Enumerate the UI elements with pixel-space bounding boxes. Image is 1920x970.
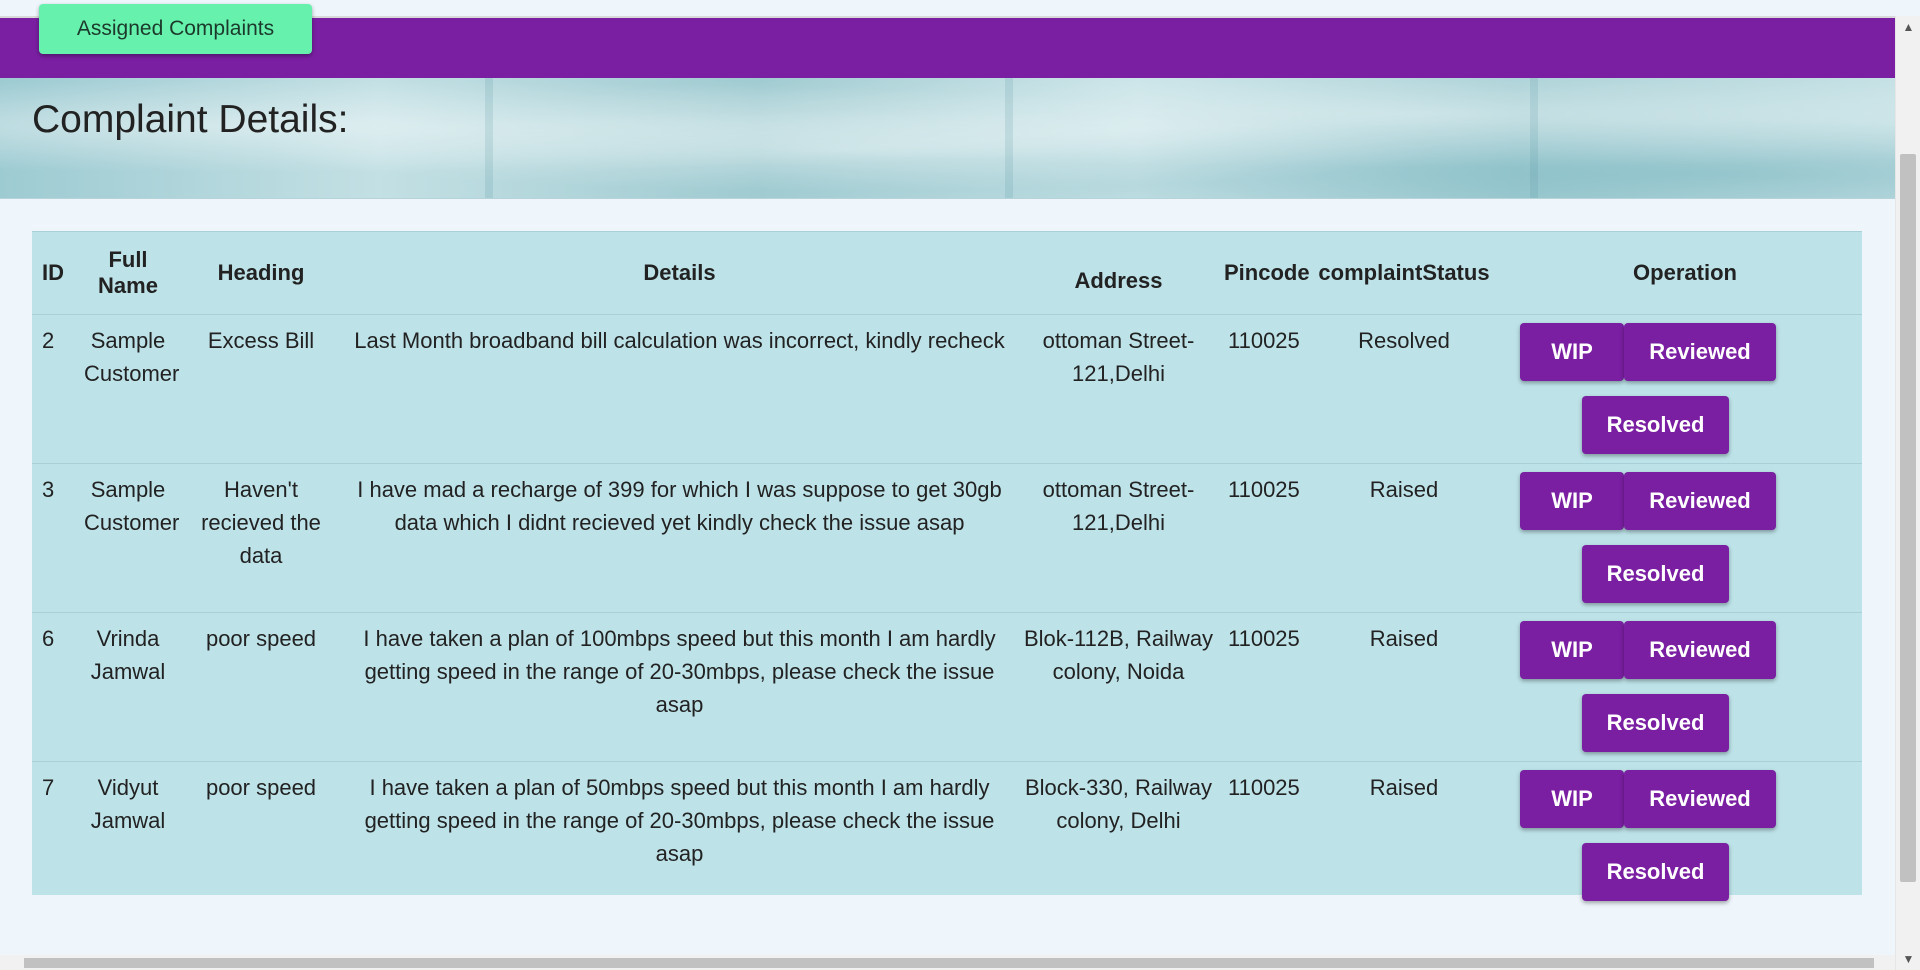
header-heading: Heading [176, 231, 346, 315]
cell-operation: WIP Reviewed Resolved [1508, 314, 1862, 464]
operation-buttons: WIP Reviewed Resolved [1508, 323, 1862, 463]
cell-pincode: 110025 [1224, 463, 1300, 613]
vertical-scrollbar[interactable]: ▲ ▼ [1895, 16, 1920, 970]
cell-details: Last Month broadband bill calculation wa… [346, 314, 1013, 464]
page-banner: Complaint Details: [0, 78, 1895, 199]
resolved-button[interactable]: Resolved [1582, 843, 1729, 901]
wip-button[interactable]: WIP [1520, 770, 1624, 828]
scroll-up-arrow-icon[interactable]: ▲ [1896, 16, 1920, 38]
scroll-down-arrow-icon[interactable]: ▼ [1896, 948, 1920, 970]
cell-complaint-status: Raised [1300, 463, 1508, 613]
cell-operation: WIP Reviewed Resolved [1508, 612, 1862, 762]
page-viewport: Assigned Complaints Complaint Details: I… [0, 0, 1895, 955]
cell-address: ottoman Street-121,Delhi [1013, 463, 1224, 613]
cell-operation: WIP Reviewed Resolved [1508, 761, 1862, 910]
horizontal-scroll-thumb[interactable] [24, 958, 1874, 968]
resolved-button[interactable]: Resolved [1582, 545, 1729, 603]
table-row: 3 Sample Customer Haven't recieved the d… [32, 463, 1862, 613]
operation-buttons: WIP Reviewed Resolved [1508, 770, 1862, 910]
header-full-name: Full Name [80, 231, 176, 315]
header-complaint-status: complaintStatus [1300, 231, 1508, 315]
wip-button[interactable]: WIP [1520, 323, 1624, 381]
wip-button[interactable]: WIP [1520, 472, 1624, 530]
horizontal-scrollbar[interactable] [0, 955, 1895, 970]
cell-pincode: 110025 [1224, 612, 1300, 762]
cell-operation: WIP Reviewed Resolved [1508, 463, 1862, 613]
complaints-table: ID Full Name Heading Details Address Pin… [32, 231, 1862, 910]
operation-buttons: WIP Reviewed Resolved [1508, 621, 1862, 761]
cell-address: ottoman Street-121,Delhi [1013, 314, 1224, 464]
reviewed-button[interactable]: Reviewed [1624, 621, 1776, 679]
cell-heading: poor speed [176, 612, 346, 762]
assigned-complaints-button[interactable]: Assigned Complaints [39, 4, 312, 54]
header-address: Address [1013, 231, 1224, 315]
reviewed-button[interactable]: Reviewed [1624, 472, 1776, 530]
cell-complaint-status: Raised [1300, 761, 1508, 910]
cell-heading: Excess Bill [176, 314, 346, 464]
resolved-button[interactable]: Resolved [1582, 396, 1729, 454]
cell-id: 2 [32, 314, 80, 464]
table-row: 6 Vrinda Jamwal poor speed I have taken … [32, 612, 1862, 762]
cell-heading: poor speed [176, 761, 346, 910]
cell-pincode: 110025 [1224, 761, 1300, 910]
page-title: Complaint Details: [32, 98, 349, 141]
banner-texture-stripe [1530, 78, 1538, 198]
cell-id: 6 [32, 612, 80, 762]
reviewed-button[interactable]: Reviewed [1624, 323, 1776, 381]
cell-id: 3 [32, 463, 80, 613]
banner-texture-stripe [485, 78, 493, 198]
resolved-button[interactable]: Resolved [1582, 694, 1729, 752]
wip-button[interactable]: WIP [1520, 621, 1624, 679]
cell-details: I have taken a plan of 100mbps speed but… [346, 612, 1013, 762]
header-operation: Operation [1508, 231, 1862, 315]
operation-buttons: WIP Reviewed Resolved [1508, 472, 1862, 612]
cell-id: 7 [32, 761, 80, 910]
cell-address: Block-330, Railway colony, Delhi [1013, 761, 1224, 910]
cell-full-name: Sample Customer [80, 314, 179, 464]
header-id: ID [32, 231, 80, 315]
cell-complaint-status: Raised [1300, 612, 1508, 762]
reviewed-button[interactable]: Reviewed [1624, 770, 1776, 828]
banner-texture-stripe [1005, 78, 1013, 198]
cell-address: Blok-112B, Railway colony, Noida [1013, 612, 1224, 762]
cell-full-name: Vrinda Jamwal [80, 612, 176, 762]
header-pincode: Pincode [1224, 231, 1310, 315]
table-header-row: ID Full Name Heading Details Address Pin… [32, 231, 1862, 315]
cell-complaint-status: Resolved [1300, 314, 1508, 464]
table-row: 7 Vidyut Jamwal poor speed I have taken … [32, 761, 1862, 910]
table-row: 2 Sample Customer Excess Bill Last Month… [32, 314, 1862, 464]
vertical-scroll-thumb[interactable] [1900, 154, 1916, 882]
cell-details: I have taken a plan of 50mbps speed but … [346, 761, 1013, 910]
cell-details: I have mad a recharge of 399 for which I… [346, 463, 1013, 613]
cell-heading: Haven't recieved the data [176, 463, 346, 613]
header-details: Details [346, 231, 1013, 315]
cell-full-name: Vidyut Jamwal [80, 761, 176, 910]
complaints-table-container: ID Full Name Heading Details Address Pin… [32, 231, 1862, 910]
cell-full-name: Sample Customer [80, 463, 179, 613]
cell-pincode: 110025 [1224, 314, 1300, 464]
